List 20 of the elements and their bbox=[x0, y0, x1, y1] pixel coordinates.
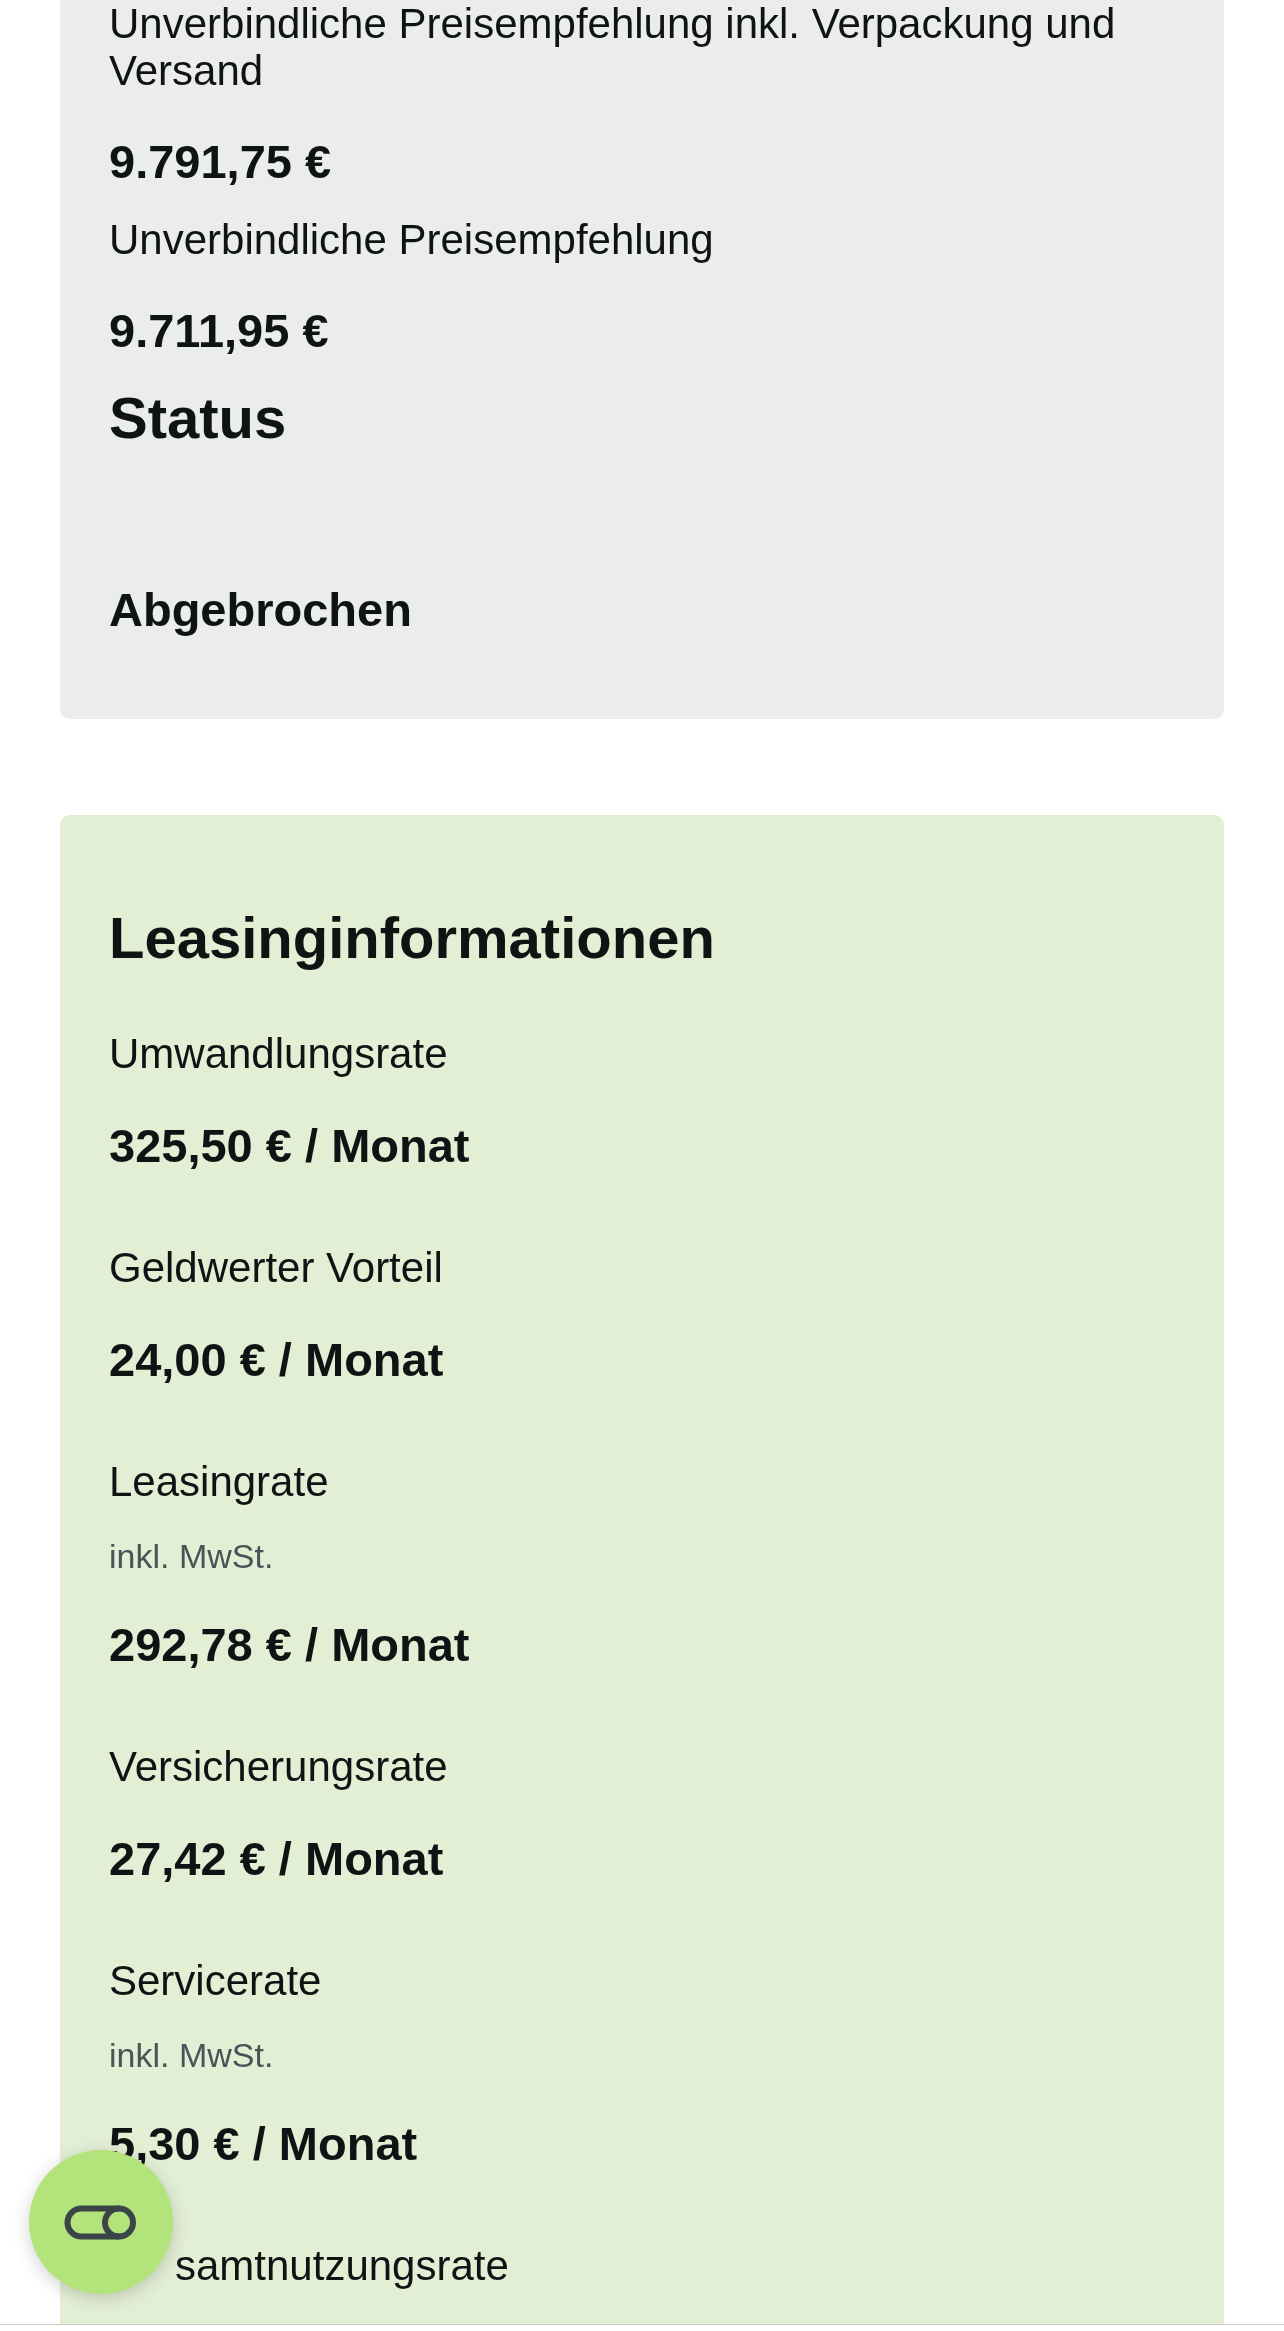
price-value: 9.791,75 € bbox=[109, 134, 332, 190]
toggle-icon bbox=[64, 2204, 138, 2240]
rate-label: samtnutzungsrate bbox=[175, 2241, 509, 2291]
rate-value: 24,00 € / Monat bbox=[109, 1332, 444, 1388]
rate-value: 325,50 € / Monat bbox=[109, 1118, 470, 1174]
tax-note: inkl. MwSt. bbox=[109, 1536, 274, 1577]
rate-label: Umwandlungsrate bbox=[109, 1029, 448, 1079]
status-heading: Status bbox=[109, 384, 287, 452]
status-value: Abgebrochen bbox=[109, 582, 412, 638]
leasing-title: Leasinginformationen bbox=[109, 904, 715, 972]
price-label: Unverbindliche Preisempfehlung bbox=[109, 216, 714, 263]
tax-note: inkl. MwSt. bbox=[109, 2035, 274, 2076]
rate-label: Servicerate bbox=[109, 1956, 322, 2006]
rate-label: Leasingrate bbox=[109, 1457, 329, 1507]
rate-label: Geldwerter Vorteil bbox=[109, 1243, 443, 1293]
price-value: 9.711,95 € bbox=[109, 303, 329, 359]
rate-value: 292,78 € / Monat bbox=[109, 1617, 470, 1673]
rate-value: 27,42 € / Monat bbox=[109, 1831, 444, 1887]
price-label: Unverbindliche Preisempfehlung inkl. Verpackung und Versand bbox=[109, 0, 1117, 94]
rate-label: Versicherungsrate bbox=[109, 1742, 448, 1792]
